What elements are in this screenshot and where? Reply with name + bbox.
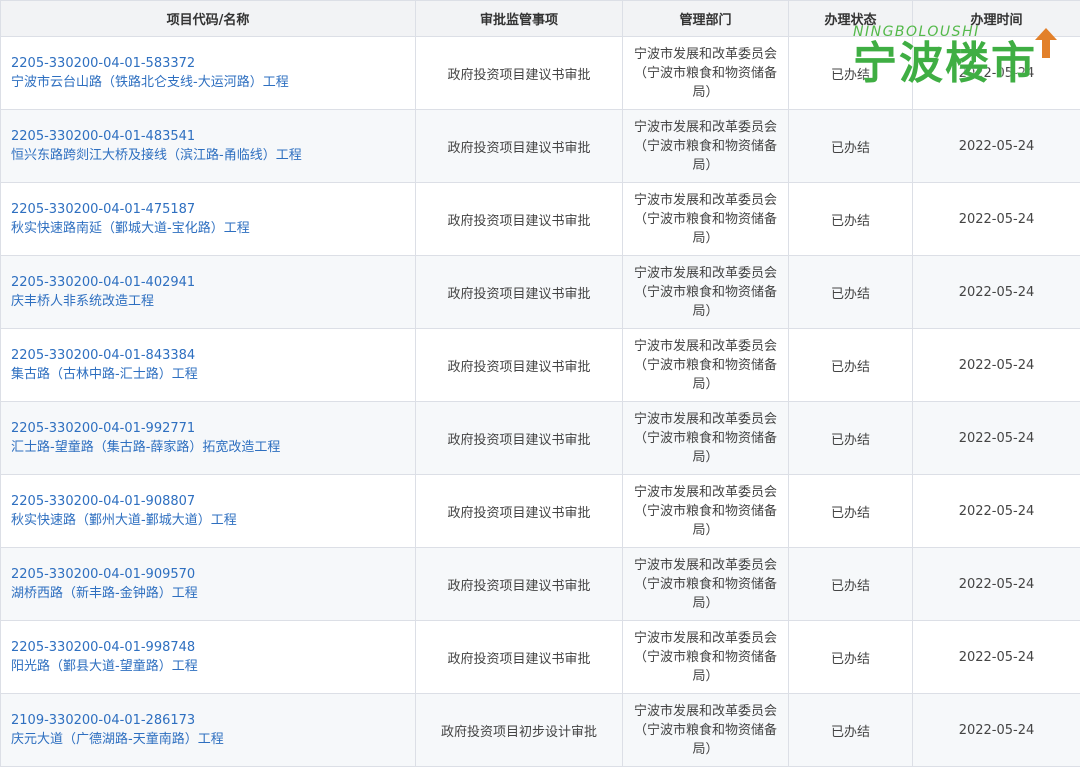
project-name-link[interactable]: 汇士路-望童路（集古路-薛家路）拓宽改造工程	[11, 438, 415, 457]
project-code-link[interactable]: 2109-330200-04-01-286173	[11, 711, 415, 730]
department-cell: 宁波市发展和改革委员会（宁波市粮食和物资储备局）	[622, 36, 789, 110]
project-cell: 2205-330200-04-01-483541 恒兴东路跨剡江大桥及接线（滨江路…	[0, 109, 416, 183]
project-cell: 2205-330200-04-01-908807 秋实快速路（鄞州大道-鄞城大道）…	[0, 474, 416, 548]
approval-table: 项目代码/名称 审批监管事项 管理部门 办理状态 办理时间 2205-33020…	[0, 0, 1080, 767]
department-cell: 宁波市发展和改革委员会（宁波市粮食和物资储备局）	[622, 620, 789, 694]
project-name-link[interactable]: 阳光路（鄞县大道-望童路）工程	[11, 657, 415, 676]
project-cell: 2205-330200-04-01-475187 秋实快速路南延（鄞城大道-宝化路…	[0, 182, 416, 256]
table-row: 2205-330200-04-01-483541 恒兴东路跨剡江大桥及接线（滨江路…	[0, 109, 1080, 183]
status-cell: 已办结	[788, 401, 913, 475]
project-code-link[interactable]: 2205-330200-04-01-992771	[11, 419, 415, 438]
department-cell: 宁波市发展和改革委员会（宁波市粮食和物资储备局）	[622, 328, 789, 402]
status-cell: 已办结	[788, 620, 913, 694]
header-time: 办理时间	[912, 0, 1080, 37]
approval-item-cell: 政府投资项目建议书审批	[415, 547, 623, 621]
header-status: 办理状态	[788, 0, 913, 37]
department-cell: 宁波市发展和改革委员会（宁波市粮食和物资储备局）	[622, 255, 789, 329]
project-code-link[interactable]: 2205-330200-04-01-402941	[11, 273, 415, 292]
department-cell: 宁波市发展和改革委员会（宁波市粮食和物资储备局）	[622, 693, 789, 767]
department-cell: 宁波市发展和改革委员会（宁波市粮食和物资储备局）	[622, 547, 789, 621]
table-row: 2205-330200-04-01-475187 秋实快速路南延（鄞城大道-宝化路…	[0, 182, 1080, 256]
table-header-row: 项目代码/名称 审批监管事项 管理部门 办理状态 办理时间	[0, 0, 1080, 37]
time-cell: 2022-05-24	[912, 36, 1080, 110]
approval-item-cell: 政府投资项目建议书审批	[415, 620, 623, 694]
department-cell: 宁波市发展和改革委员会（宁波市粮食和物资储备局）	[622, 182, 789, 256]
approval-item-cell: 政府投资项目建议书审批	[415, 474, 623, 548]
header-department: 管理部门	[622, 0, 789, 37]
table-row: 2205-330200-04-01-843384 集古路（古林中路-汇士路）工程政…	[0, 328, 1080, 402]
time-cell: 2022-05-24	[912, 109, 1080, 183]
table-row: 2109-330200-04-01-286173 庆元大道（广德湖路-天童南路）工…	[0, 693, 1080, 767]
table-row: 2205-330200-04-01-998748 阳光路（鄞县大道-望童路）工程政…	[0, 620, 1080, 694]
table-row: 2205-330200-04-01-992771 汇士路-望童路（集古路-薛家路）…	[0, 401, 1080, 475]
project-cell: 2205-330200-04-01-583372 宁波市云台山路（铁路北仑支线-大…	[0, 36, 416, 110]
project-code-link[interactable]: 2205-330200-04-01-908807	[11, 492, 415, 511]
table-row: 2205-330200-04-01-583372 宁波市云台山路（铁路北仑支线-大…	[0, 36, 1080, 110]
time-cell: 2022-05-24	[912, 182, 1080, 256]
project-code-link[interactable]: 2205-330200-04-01-843384	[11, 346, 415, 365]
time-cell: 2022-05-24	[912, 328, 1080, 402]
department-cell: 宁波市发展和改革委员会（宁波市粮食和物资储备局）	[622, 474, 789, 548]
project-name-link[interactable]: 集古路（古林中路-汇士路）工程	[11, 365, 415, 384]
status-cell: 已办结	[788, 109, 913, 183]
approval-item-cell: 政府投资项目建议书审批	[415, 401, 623, 475]
header-project: 项目代码/名称	[0, 0, 416, 37]
department-cell: 宁波市发展和改革委员会（宁波市粮食和物资储备局）	[622, 109, 789, 183]
status-cell: 已办结	[788, 182, 913, 256]
project-code-link[interactable]: 2205-330200-04-01-909570	[11, 565, 415, 584]
header-approval-item: 审批监管事项	[415, 0, 623, 37]
status-cell: 已办结	[788, 547, 913, 621]
project-name-link[interactable]: 庆丰桥人非系统改造工程	[11, 292, 415, 311]
table-body: 2205-330200-04-01-583372 宁波市云台山路（铁路北仑支线-大…	[0, 36, 1080, 767]
table-row: 2205-330200-04-01-908807 秋实快速路（鄞州大道-鄞城大道）…	[0, 474, 1080, 548]
table-row: 2205-330200-04-01-402941 庆丰桥人非系统改造工程 政府投资项…	[0, 255, 1080, 329]
status-cell: 已办结	[788, 36, 913, 110]
time-cell: 2022-05-24	[912, 255, 1080, 329]
project-name-link[interactable]: 庆元大道（广德湖路-天童南路）工程	[11, 730, 415, 749]
project-code-link[interactable]: 2205-330200-04-01-483541	[11, 127, 415, 146]
project-cell: 2205-330200-04-01-992771 汇士路-望童路（集古路-薛家路）…	[0, 401, 416, 475]
status-cell: 已办结	[788, 474, 913, 548]
project-code-link[interactable]: 2205-330200-04-01-998748	[11, 638, 415, 657]
project-code-link[interactable]: 2205-330200-04-01-583372	[11, 54, 415, 73]
project-cell: 2205-330200-04-01-843384 集古路（古林中路-汇士路）工程	[0, 328, 416, 402]
department-cell: 宁波市发展和改革委员会（宁波市粮食和物资储备局）	[622, 401, 789, 475]
project-cell: 2205-330200-04-01-998748 阳光路（鄞县大道-望童路）工程	[0, 620, 416, 694]
approval-item-cell: 政府投资项目建议书审批	[415, 255, 623, 329]
approval-item-cell: 政府投资项目建议书审批	[415, 328, 623, 402]
project-name-link[interactable]: 湖桥西路（新丰路-金钟路）工程	[11, 584, 415, 603]
approval-item-cell: 政府投资项目建议书审批	[415, 36, 623, 110]
time-cell: 2022-05-24	[912, 620, 1080, 694]
status-cell: 已办结	[788, 328, 913, 402]
project-cell: 2205-330200-04-01-402941 庆丰桥人非系统改造工程	[0, 255, 416, 329]
project-name-link[interactable]: 恒兴东路跨剡江大桥及接线（滨江路-甬临线）工程	[11, 146, 415, 165]
project-code-link[interactable]: 2205-330200-04-01-475187	[11, 200, 415, 219]
approval-item-cell: 政府投资项目初步设计审批	[415, 693, 623, 767]
project-cell: 2205-330200-04-01-909570 湖桥西路（新丰路-金钟路）工程	[0, 547, 416, 621]
approval-item-cell: 政府投资项目建议书审批	[415, 182, 623, 256]
time-cell: 2022-05-24	[912, 474, 1080, 548]
project-cell: 2109-330200-04-01-286173 庆元大道（广德湖路-天童南路）工…	[0, 693, 416, 767]
status-cell: 已办结	[788, 693, 913, 767]
approval-item-cell: 政府投资项目建议书审批	[415, 109, 623, 183]
table-row: 2205-330200-04-01-909570 湖桥西路（新丰路-金钟路）工程政…	[0, 547, 1080, 621]
time-cell: 2022-05-24	[912, 693, 1080, 767]
project-name-link[interactable]: 秋实快速路（鄞州大道-鄞城大道）工程	[11, 511, 415, 530]
time-cell: 2022-05-24	[912, 547, 1080, 621]
project-name-link[interactable]: 宁波市云台山路（铁路北仑支线-大运河路）工程	[11, 73, 415, 92]
project-name-link[interactable]: 秋实快速路南延（鄞城大道-宝化路）工程	[11, 219, 415, 238]
time-cell: 2022-05-24	[912, 401, 1080, 475]
status-cell: 已办结	[788, 255, 913, 329]
